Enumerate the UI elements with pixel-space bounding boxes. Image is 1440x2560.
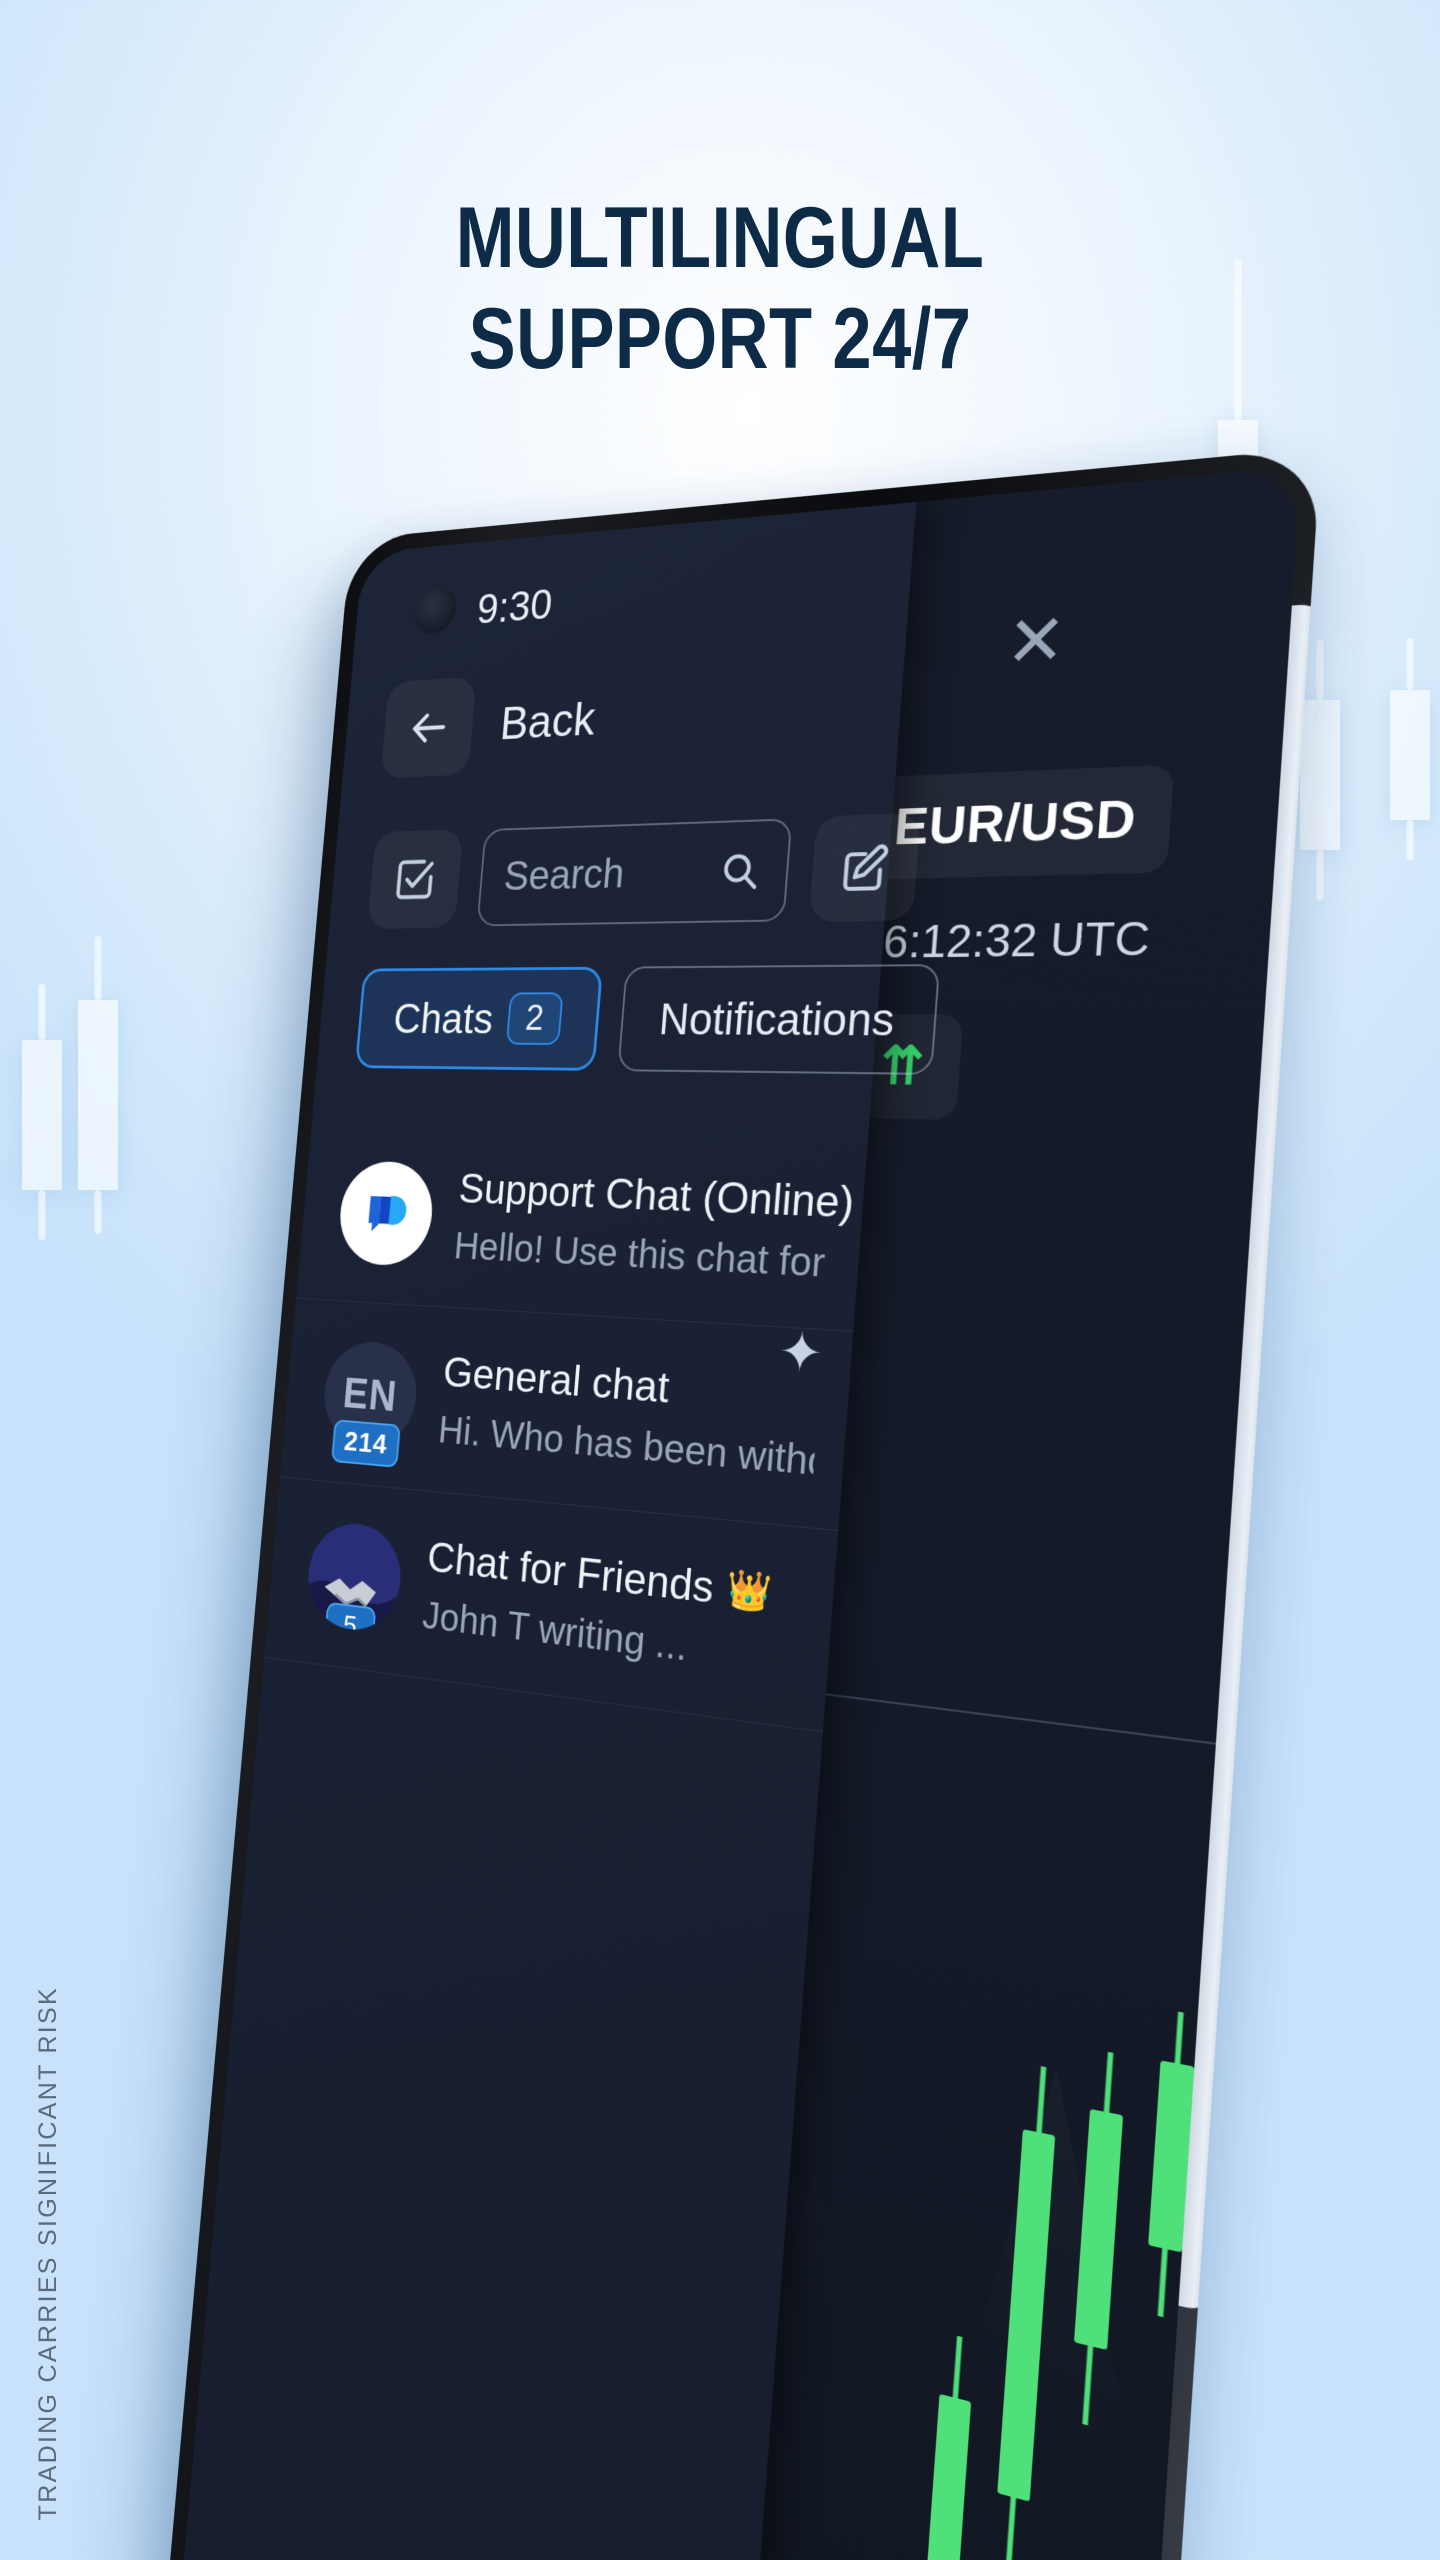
search-icon [716,847,764,894]
list-item[interactable]: Support Chat (Online) Hello! Use this ch… [296,1121,869,1332]
status-clock: 9:30 [475,579,555,633]
search-input[interactable]: Search [476,818,793,927]
avatar: 5 [304,1519,405,1635]
camera-punch-hole [412,584,459,635]
arrow-left-icon [403,701,453,754]
avatar [336,1159,437,1267]
instrument-label: EUR/USD [892,789,1139,857]
compose-button[interactable] [808,812,921,923]
avatar-initials: EN [341,1367,400,1421]
unread-badge: 214 [331,1418,401,1468]
list-item-text: Support Chat (Online) Hello! Use this ch… [452,1164,857,1287]
candle-up [1073,2051,1124,2426]
tab-chats[interactable]: Chats 2 [354,966,604,1071]
phone-device: ✕ EUR/USD 16:12:32 UTC ⇈ 9:30 Back Searc… [162,447,1322,2560]
support-logo-icon [367,1195,408,1232]
unread-badge: 5 [323,1601,377,1635]
chat-title: Support Chat (Online) [457,1164,857,1228]
back-button[interactable] [380,676,477,779]
search-placeholder: Search [502,850,627,900]
tab-notifications-label: Notifications [657,993,897,1046]
tab-chats-label: Chats [391,994,496,1043]
candle-up [918,2335,972,2560]
select-all-button[interactable] [367,829,464,930]
phone-mockup-stage: ✕ EUR/USD 16:12:32 UTC ⇈ 9:30 Back Searc… [0,0,1440,2560]
power-button[interactable] [1272,1168,1300,1289]
list-item-text: General chat Hi. Who has been withdraw .… [437,1347,821,1485]
chat-list: Support Chat (Online) Hello! Use this ch… [264,1121,869,1733]
tab-chats-badge: 2 [506,992,564,1045]
chat-tabs: Chats 2 Notifications [354,964,941,1075]
avatar: EN 214 [320,1338,421,1468]
header-back-row: Back [380,669,599,779]
candle-down [1205,2072,1252,2331]
compose-pencil-icon [835,839,893,896]
sparkle-icon: ✦ [776,1321,825,1385]
crown-icon: 👑 [725,1568,774,1616]
chart-gridline [768,1685,1216,1745]
chat-toolbar: Search [367,812,921,930]
tab-notifications[interactable]: Notifications [617,964,941,1075]
candle-up [997,2066,1056,2560]
back-label: Back [498,692,598,750]
checkbox-check-icon [389,852,441,906]
list-item-text: Chat for Friends 👑 John T writing ... [421,1532,806,1685]
phone-screen: ✕ EUR/USD 16:12:32 UTC ⇈ 9:30 Back Searc… [177,466,1302,2560]
chat-preview: Hello! Use this chat for ... [452,1223,832,1287]
